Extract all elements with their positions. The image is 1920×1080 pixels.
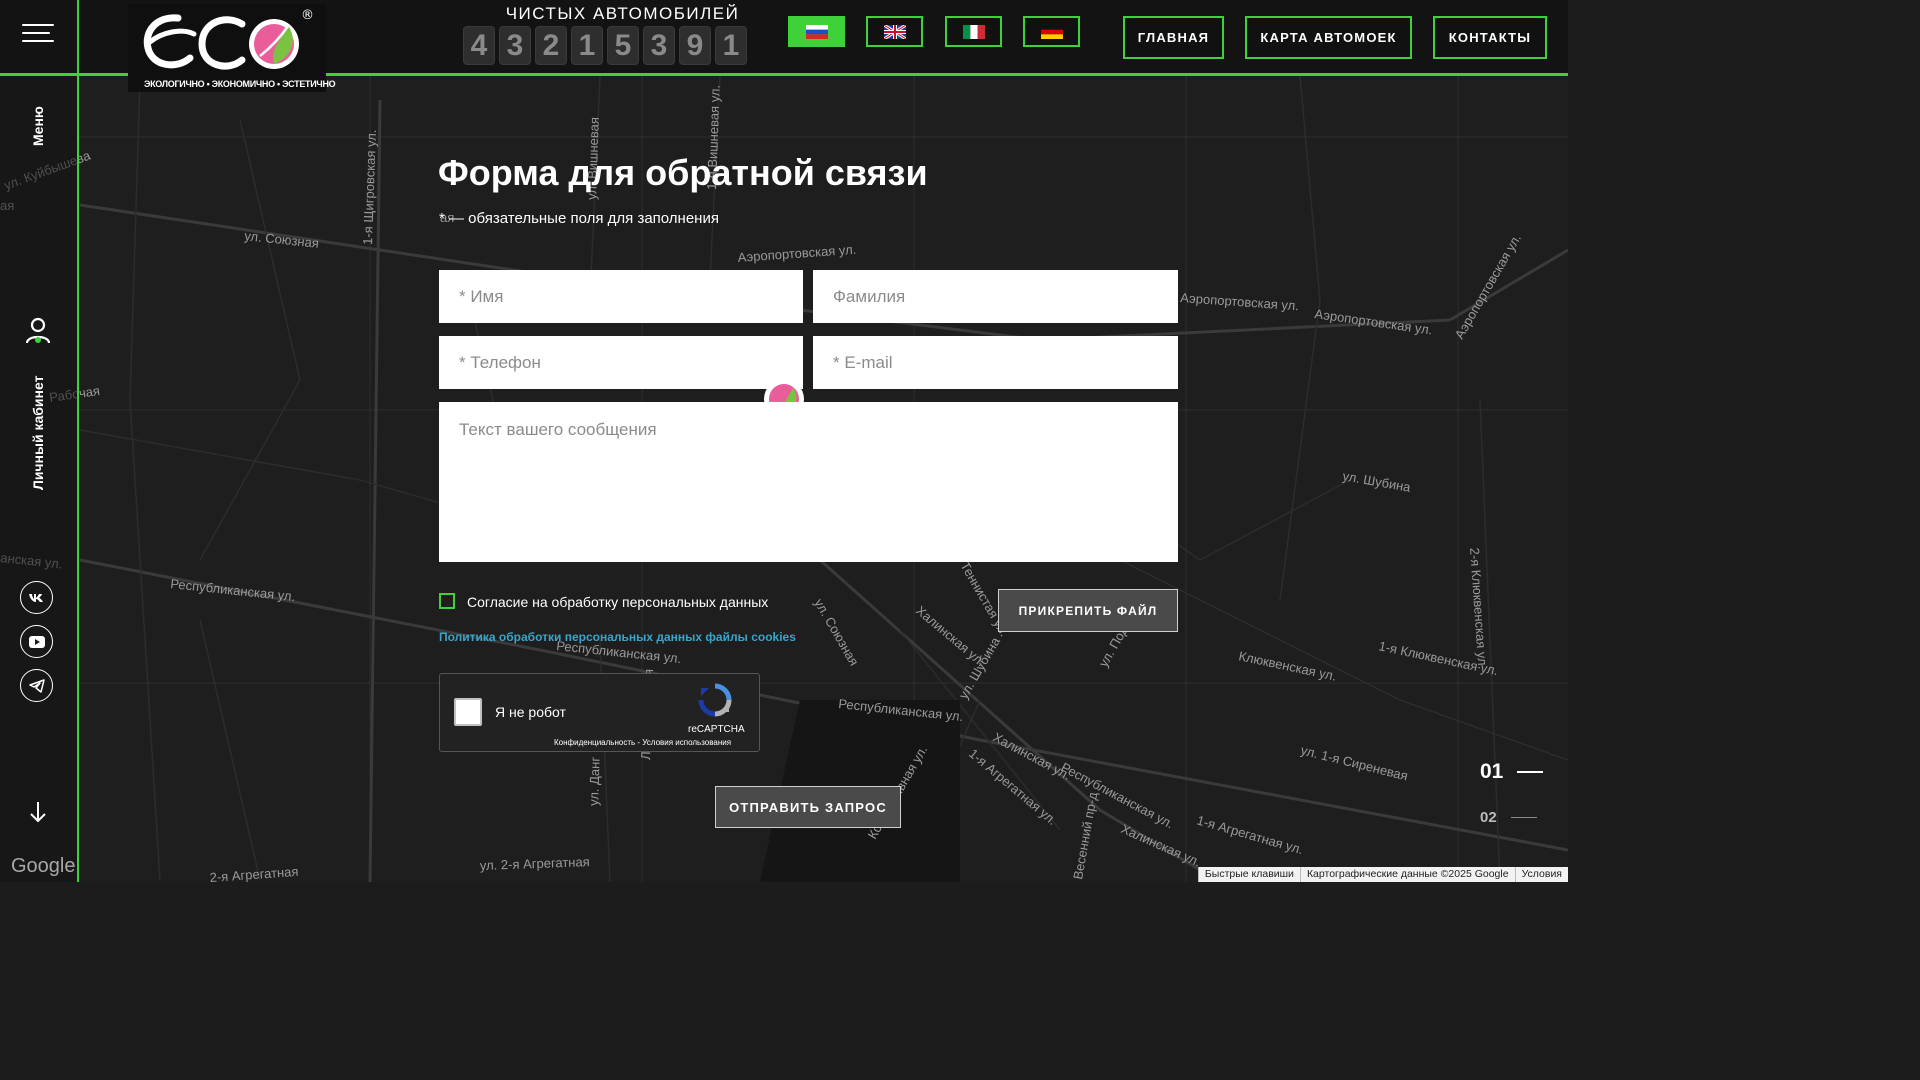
nav-contacts-button[interactable]: КОНТАКТЫ: [1433, 16, 1547, 59]
lang-de-button[interactable]: [1023, 16, 1080, 47]
page-indicator-01[interactable]: 01: [1480, 760, 1544, 784]
map-marker-glyph: [764, 379, 804, 404]
lang-en-button[interactable]: [866, 16, 923, 47]
counter-digit: 3: [499, 26, 531, 65]
youtube-glyph: [28, 635, 45, 648]
counter-digit: 2: [535, 26, 567, 65]
counter-digit: 3: [643, 26, 675, 65]
page-indicator-02[interactable]: 02: [1480, 809, 1537, 826]
recaptcha-label: Я не робот: [495, 704, 566, 720]
phone-input[interactable]: [439, 336, 803, 389]
map-attribution-bar: Быстрые клавиши Картографические данные …: [1197, 867, 1568, 882]
recaptcha-icon: [698, 683, 732, 717]
google-logo: Google: [11, 855, 76, 877]
page-line: [1517, 771, 1544, 773]
keyboard-shortcuts-link[interactable]: Быстрые клавиши: [1197, 867, 1300, 882]
personal-cabinet-label[interactable]: Личный кабинет: [30, 376, 46, 490]
registered-mark: ®: [301, 8, 314, 23]
required-fields-note: * — обязательные поля для заполнения: [439, 210, 719, 227]
italy-flag-icon: [962, 24, 985, 39]
terms-link[interactable]: Условия: [1514, 867, 1568, 882]
sidebar-divider: [77, 0, 79, 882]
recaptcha-checkbox[interactable]: [454, 698, 482, 726]
consent-label[interactable]: Согласие на обработку персональных данны…: [467, 594, 768, 610]
street-label: ул. Данг: [586, 756, 603, 806]
first-name-input[interactable]: [439, 270, 803, 323]
map-marker-icon[interactable]: [763, 378, 805, 404]
user-icon[interactable]: [24, 316, 52, 344]
nav-carwash-map-button[interactable]: КАРТА АВТОМОЕК: [1245, 16, 1412, 59]
page-line: [1510, 816, 1537, 819]
submit-request-button[interactable]: ОТПРАВИТЬ ЗАПРОС: [715, 786, 901, 828]
lang-it-button[interactable]: [945, 16, 1002, 47]
recaptcha-widget: Я не робот reCAPTCHA Конфиденциальность …: [439, 673, 760, 752]
page-number: 01: [1480, 760, 1504, 783]
nav-home-button[interactable]: ГЛАВНАЯ: [1123, 16, 1224, 59]
telegram-glyph: [28, 678, 45, 693]
counter-digit: 5: [607, 26, 639, 65]
russia-flag-icon: [805, 24, 828, 39]
eco-logo-mark: [143, 14, 299, 70]
counter-digit: 1: [571, 26, 603, 65]
youtube-icon[interactable]: [20, 625, 53, 658]
form-title: Форма для обратной связи: [438, 152, 928, 193]
hamburger-icon[interactable]: [22, 24, 54, 50]
logo-tagline: ЭКОЛОГИЧНО • ЭКОНОМИЧНО • ЭСТЕТИЧНО: [144, 79, 336, 89]
attach-file-button[interactable]: ПРИКРЕПИТЬ ФАЙЛ: [998, 589, 1178, 632]
arrow-down-icon[interactable]: [29, 801, 47, 823]
vk-icon[interactable]: [20, 581, 53, 614]
clean-cars-counter: 43215391: [463, 26, 747, 65]
email-input[interactable]: [813, 336, 1178, 389]
vk-glyph: [29, 593, 43, 602]
page-number: 02: [1480, 809, 1497, 826]
recaptcha-terms-link[interactable]: Конфиденциальность - Условия использован…: [554, 738, 731, 747]
last-name-input[interactable]: [813, 270, 1178, 323]
counter-digit: 4: [463, 26, 495, 65]
clean-cars-counter-title: ЧИСТЫХ АВТОМОБИЛЕЙ: [505, 4, 740, 23]
eco-logo[interactable]: ® ЭКОЛОГИЧНО • ЭКОНОМИЧНО • ЭСТЕТИЧНО: [128, 4, 336, 92]
lang-ru-button[interactable]: [788, 16, 845, 47]
privacy-policy-link[interactable]: Политика обработки персональных данных ф…: [439, 630, 796, 644]
consent-checkbox[interactable]: [439, 593, 455, 609]
counter-digit: 9: [679, 26, 711, 65]
uk-flag-icon: [883, 24, 906, 39]
map-data-attribution[interactable]: Картографические данные ©2025 Google: [1299, 867, 1515, 882]
message-textarea[interactable]: [439, 402, 1178, 562]
germany-flag-icon: [1040, 24, 1063, 39]
counter-digit: 1: [715, 26, 747, 65]
menu-vertical-label[interactable]: Меню: [30, 106, 46, 146]
recaptcha-brand: reCAPTCHA: [688, 724, 745, 735]
telegram-icon[interactable]: [20, 669, 53, 702]
